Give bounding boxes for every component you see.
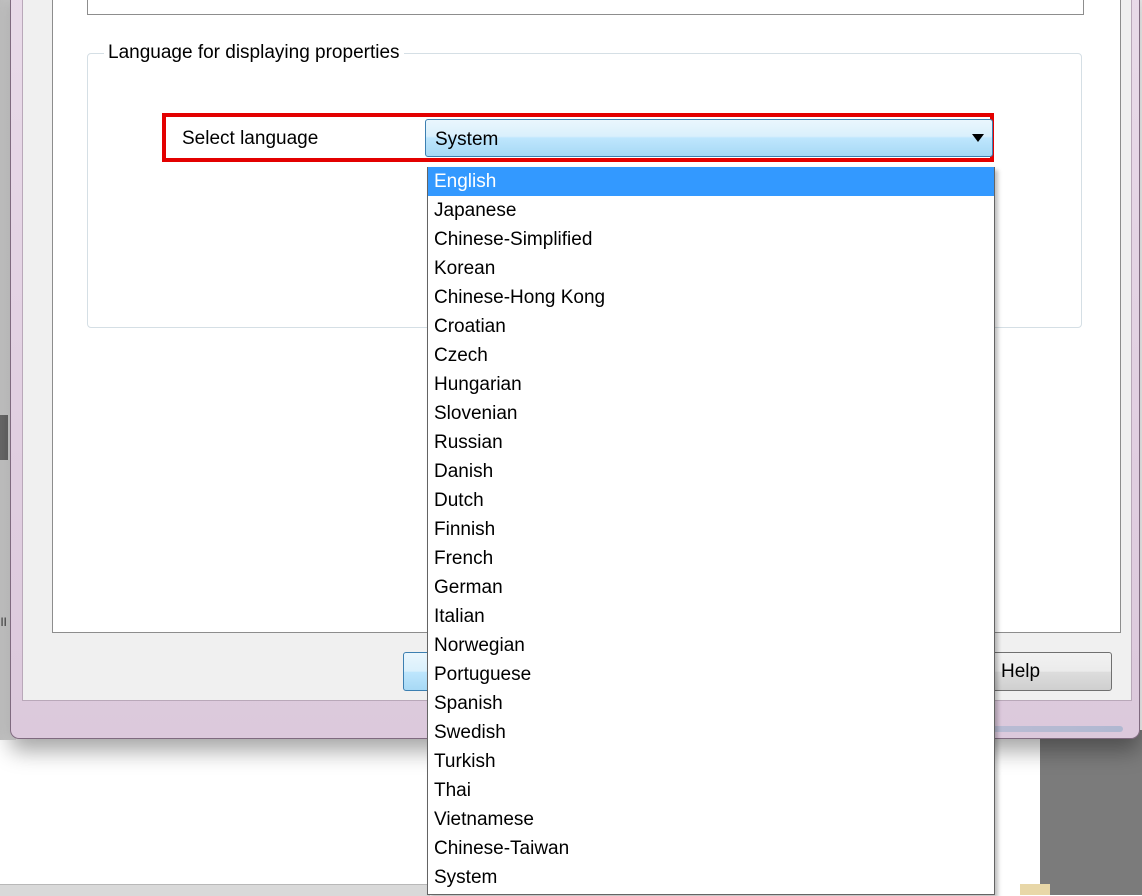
dropdown-option-hungarian[interactable]: Hungarian: [428, 370, 994, 399]
background-taskbar-strip: [0, 884, 430, 896]
dropdown-option-slovenian[interactable]: Slovenian: [428, 399, 994, 428]
dropdown-option-czech[interactable]: Czech: [428, 341, 994, 370]
dropdown-option-croatian[interactable]: Croatian: [428, 312, 994, 341]
dropdown-option-swedish[interactable]: Swedish: [428, 718, 994, 747]
dropdown-option-vietnamese[interactable]: Vietnamese: [428, 805, 994, 834]
background-text-fragment: ıı: [0, 612, 7, 630]
dropdown-option-spanish[interactable]: Spanish: [428, 689, 994, 718]
dropdown-option-portuguese[interactable]: Portuguese: [428, 660, 994, 689]
dropdown-option-english[interactable]: English: [428, 167, 994, 196]
dropdown-option-chinese-simplified[interactable]: Chinese-Simplified: [428, 225, 994, 254]
dropdown-option-finnish[interactable]: Finnish: [428, 515, 994, 544]
dropdown-option-korean[interactable]: Korean: [428, 254, 994, 283]
dropdown-option-turkish[interactable]: Turkish: [428, 747, 994, 776]
dropdown-option-danish[interactable]: Danish: [428, 457, 994, 486]
dropdown-option-thai[interactable]: Thai: [428, 776, 994, 805]
dropdown-option-german[interactable]: German: [428, 573, 994, 602]
language-combobox-value: System: [435, 129, 499, 150]
dropdown-option-chinese-taiwan[interactable]: Chinese-Taiwan: [428, 834, 994, 863]
dropdown-option-dutch[interactable]: Dutch: [428, 486, 994, 515]
dropdown-option-system[interactable]: System: [428, 863, 994, 892]
language-groupbox-title: Language for displaying properties: [104, 42, 404, 64]
dropdown-option-norwegian[interactable]: Norwegian: [428, 631, 994, 660]
select-language-label: Select language: [182, 128, 319, 149]
background-scroll-mark: [0, 415, 8, 460]
dropdown-option-russian[interactable]: Russian: [428, 428, 994, 457]
background-panel: [1040, 730, 1142, 895]
language-combobox[interactable]: System: [425, 119, 993, 157]
help-button-label: Help: [1001, 661, 1041, 682]
dropdown-option-chinese-hong-kong[interactable]: Chinese-Hong Kong: [428, 283, 994, 312]
background-taskbar-item: [1020, 884, 1050, 895]
dropdown-arrow-icon[interactable]: [972, 134, 984, 142]
language-dropdown-list[interactable]: English Japanese Chinese-Simplified Korean C…: [427, 167, 995, 895]
dropdown-option-japanese[interactable]: Japanese: [428, 196, 994, 225]
dropdown-option-french[interactable]: French: [428, 544, 994, 573]
dropdown-option-italian[interactable]: Italian: [428, 602, 994, 631]
upper-section-panel: [87, 0, 1084, 15]
